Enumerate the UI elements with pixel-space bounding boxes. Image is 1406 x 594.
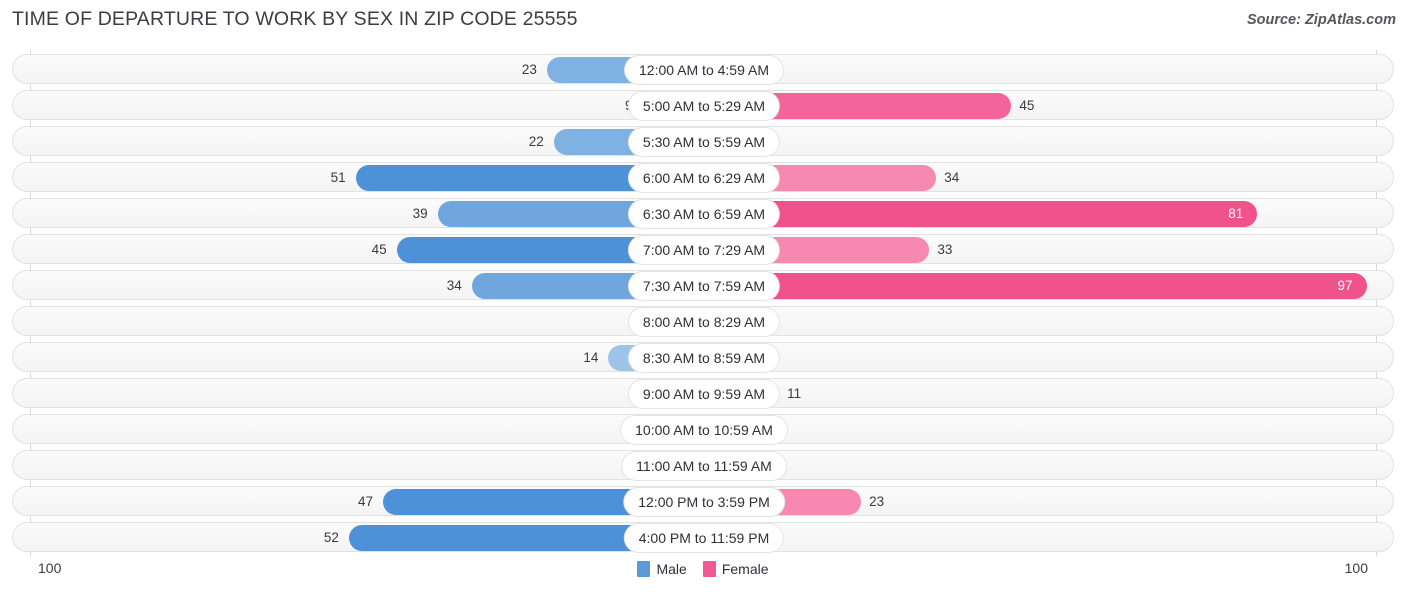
table-row[interactable]: 23012:00 AM to 4:59 AM <box>12 54 1394 84</box>
row-inner: 34 97 7:30 AM to 7:59 AM <box>13 271 1393 300</box>
bar-value-female: 34 <box>944 170 960 185</box>
row-inner: 2205:30 AM to 5:59 AM <box>13 127 1393 156</box>
category-label: 12:00 AM to 4:59 AM <box>625 56 783 84</box>
legend-item-male[interactable]: Male <box>637 561 687 577</box>
plot-area: 23012:00 AM to 4:59 AM9455:00 AM to 5:29… <box>0 50 1406 556</box>
bar-value-female: 11 <box>787 386 802 401</box>
bar-value-male: 52 <box>323 530 339 545</box>
category-label: 11:00 AM to 11:59 AM <box>622 452 786 480</box>
table-row[interactable]: 34 97 7:30 AM to 7:59 AM <box>12 270 1394 300</box>
chart-page: TIME OF DEPARTURE TO WORK BY SEX IN ZIP … <box>0 0 1406 594</box>
table-row[interactable]: 0011:00 AM to 11:59 AM <box>12 450 1394 480</box>
table-row[interactable]: 9455:00 AM to 5:29 AM <box>12 90 1394 120</box>
table-row[interactable]: 008:00 AM to 8:29 AM <box>12 306 1394 336</box>
bar-value-male: 22 <box>528 134 544 149</box>
bar-value-female: 33 <box>937 242 953 257</box>
category-label: 5:30 AM to 5:59 AM <box>628 128 780 156</box>
category-label: 8:00 AM to 8:29 AM <box>628 308 780 336</box>
table-row[interactable]: 51 34 6:00 AM to 6:29 AM <box>12 162 1394 192</box>
table-row[interactable]: 1408:30 AM to 8:59 AM <box>12 342 1394 372</box>
bar-value-male: 34 <box>446 278 462 293</box>
table-row[interactable]: 5204:00 PM to 11:59 PM <box>12 522 1394 552</box>
bar-value-male: 45 <box>371 242 387 257</box>
table-row[interactable]: 45 33 7:00 AM to 7:29 AM <box>12 234 1394 264</box>
row-inner: 0011:00 AM to 11:59 AM <box>13 451 1393 480</box>
table-row[interactable]: 47 23 12:00 PM to 3:59 PM <box>12 486 1394 516</box>
row-inner: 45 33 7:00 AM to 7:29 AM <box>13 235 1393 264</box>
legend-swatch-female-icon <box>702 561 716 577</box>
category-label: 7:30 AM to 7:59 AM <box>628 272 780 300</box>
bar-value-male: 47 <box>357 494 373 509</box>
bar-value-male: 51 <box>330 170 346 185</box>
category-label: 9:00 AM to 9:59 AM <box>628 380 780 408</box>
row-inner: 23012:00 AM to 4:59 AM <box>13 55 1393 84</box>
category-label: 4:00 PM to 11:59 PM <box>624 524 784 552</box>
category-label: 8:30 AM to 8:59 AM <box>628 344 780 372</box>
bar-value-male: 39 <box>412 206 428 221</box>
bar-value-female: 97 <box>1337 278 1353 293</box>
bar-value-female: 81 <box>1228 206 1244 221</box>
bar-value-male: 14 <box>583 350 599 365</box>
category-label: 10:00 AM to 10:59 AM <box>621 416 787 444</box>
table-row[interactable]: 0010:00 AM to 10:59 AM <box>12 414 1394 444</box>
table-row[interactable]: 0119:00 AM to 9:59 AM <box>12 378 1394 408</box>
row-inner: 39 81 6:30 AM to 6:59 AM <box>13 199 1393 228</box>
page-title: TIME OF DEPARTURE TO WORK BY SEX IN ZIP … <box>12 8 578 30</box>
legend-label-male: Male <box>656 561 687 577</box>
legend-item-female[interactable]: Female <box>702 561 769 577</box>
row-inner: 1408:30 AM to 8:59 AM <box>13 343 1393 372</box>
chart-footer: 100 100 Male Female <box>0 556 1406 594</box>
table-row[interactable]: 39 81 6:30 AM to 6:59 AM <box>12 198 1394 228</box>
row-inner: 5204:00 PM to 11:59 PM <box>13 523 1393 552</box>
table-row[interactable]: 2205:30 AM to 5:59 AM <box>12 126 1394 156</box>
category-label: 7:00 AM to 7:29 AM <box>628 236 780 264</box>
bar-value-female: 23 <box>869 494 885 509</box>
row-inner: 0119:00 AM to 9:59 AM <box>13 379 1393 408</box>
row-inner: 0010:00 AM to 10:59 AM <box>13 415 1393 444</box>
category-label: 12:00 PM to 3:59 PM <box>624 488 784 516</box>
legend-label-female: Female <box>721 561 769 577</box>
category-label: 5:00 AM to 5:29 AM <box>628 92 780 120</box>
row-inner: 9455:00 AM to 5:29 AM <box>13 91 1393 120</box>
bar-value-male: 23 <box>521 62 537 77</box>
row-inner: 008:00 AM to 8:29 AM <box>13 307 1393 336</box>
category-label: 6:30 AM to 6:59 AM <box>628 200 780 228</box>
source-attribution: Source: ZipAtlas.com <box>1246 12 1396 28</box>
bar-value-female: 45 <box>1019 98 1035 113</box>
legend: Male Female <box>0 561 1406 577</box>
row-inner: 51 34 6:00 AM to 6:29 AM <box>13 163 1393 192</box>
category-label: 6:00 AM to 6:29 AM <box>628 164 780 192</box>
row-inner: 47 23 12:00 PM to 3:59 PM <box>13 487 1393 516</box>
legend-swatch-male-icon <box>637 561 651 577</box>
